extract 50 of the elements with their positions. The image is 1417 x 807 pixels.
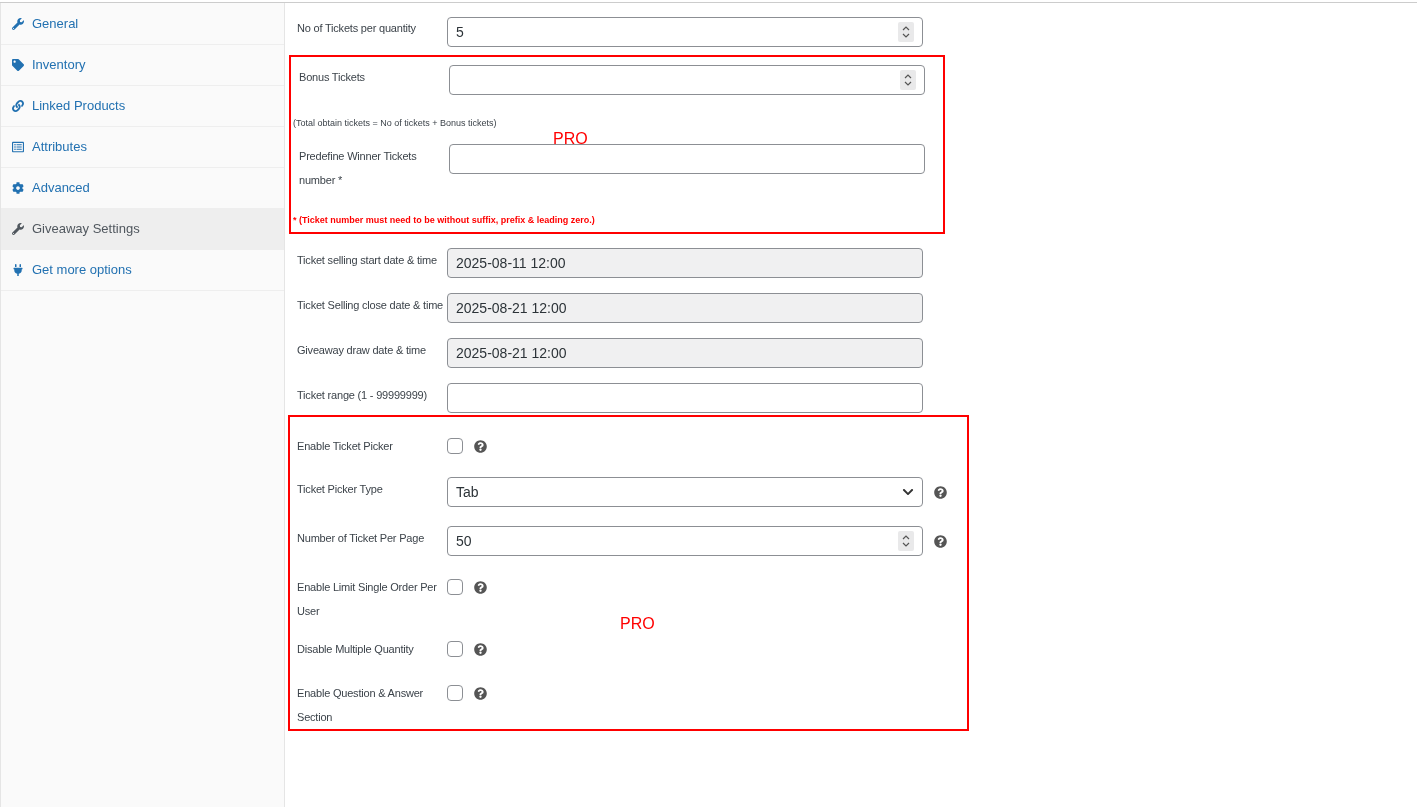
spinner-icon[interactable] — [898, 22, 914, 42]
field-label: Giveaway draw date & time — [297, 343, 427, 358]
list-icon — [12, 141, 24, 153]
sidebar-tab[interactable]: Linked Products — [1, 86, 284, 127]
sidebar-tab[interactable]: Attributes — [1, 127, 284, 168]
field-label: Predefine Winner Tickets number * — [299, 149, 418, 188]
tag-icon — [12, 59, 24, 71]
help-icon[interactable] — [474, 642, 487, 656]
sidebar-tab[interactable]: Get more options — [1, 250, 284, 291]
field-label: Number of Ticket Per Page — [297, 531, 426, 546]
select-field[interactable]: Tab — [447, 477, 923, 507]
help-icon[interactable] — [474, 439, 487, 453]
field-label: Ticket range (1 - 99999999) — [297, 388, 428, 403]
help-icon[interactable] — [934, 485, 947, 499]
field-label: Ticket Selling close date & time — [297, 298, 445, 313]
spinner-icon[interactable] — [900, 70, 916, 90]
field-label: Ticket Picker Type — [297, 482, 384, 497]
input-field[interactable] — [449, 65, 925, 95]
wrench-icon — [12, 223, 24, 235]
field-label: Enable Ticket Picker — [297, 439, 394, 454]
chevron-down-icon — [902, 486, 914, 498]
input-field[interactable]: 50 — [447, 526, 923, 556]
help-icon[interactable] — [474, 580, 487, 594]
note-text: (Total obtain tickets = No of tickets + Bonus tickets) — [293, 117, 498, 129]
gear-icon — [12, 182, 24, 194]
field-label: Disable Multiple Quantity — [297, 642, 415, 657]
field-label: Enable Question & Answer Section — [297, 686, 425, 725]
plug-icon — [12, 264, 24, 276]
link-icon — [12, 100, 24, 112]
sidebar-tab[interactable]: Inventory — [1, 45, 284, 86]
checkbox[interactable] — [447, 685, 463, 701]
sidebar-tab[interactable]: Giveaway Settings — [1, 209, 284, 250]
sidebar-tab[interactable]: General — [1, 4, 284, 45]
spinner-icon[interactable] — [898, 531, 914, 551]
input-field[interactable] — [447, 383, 923, 413]
input-field[interactable]: 5 — [447, 17, 923, 47]
warning-text: * (Ticket number must need to be without suffix, prefix & leading zero.) — [293, 214, 596, 226]
input-field[interactable] — [449, 144, 925, 174]
checkbox[interactable] — [447, 438, 463, 454]
checkbox[interactable] — [447, 579, 463, 595]
checkbox[interactable] — [447, 641, 463, 657]
pro-label: PRO — [620, 615, 655, 633]
pro-label: PRO — [553, 130, 588, 148]
field-label: Bonus Tickets — [299, 70, 366, 85]
help-icon[interactable] — [474, 686, 487, 700]
help-icon[interactable] — [934, 534, 947, 548]
field-label: Ticket selling start date & time — [297, 253, 438, 268]
field-label: No of Tickets per quantity — [297, 21, 417, 36]
field-label: Enable Limit Single Order Per User — [297, 580, 438, 619]
wrench-icon — [12, 18, 24, 30]
